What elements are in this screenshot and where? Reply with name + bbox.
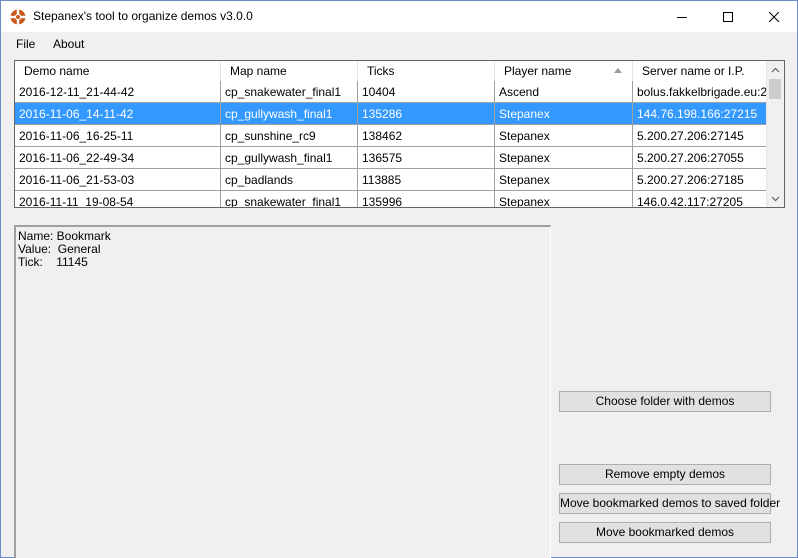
scroll-thumb[interactable] xyxy=(769,79,781,99)
table-header: Demo name Map name Ticks Player name Ser… xyxy=(15,61,768,82)
cell-map-name[interactable]: cp_snakewater_final1 xyxy=(221,191,358,207)
demo-table[interactable]: Demo name Map name Ticks Player name Ser… xyxy=(14,60,785,208)
move-bookmarked-demos-button[interactable]: Move bookmarked demos xyxy=(559,522,771,543)
cell-map-name[interactable]: cp_gullywash_final1 xyxy=(221,147,358,169)
cell-server[interactable]: 5.200.27.206:27185 xyxy=(633,169,768,191)
maximize-button[interactable] xyxy=(705,1,751,32)
bookmark-info-box[interactable]: Name: Bookmark Value: General Tick: 1114… xyxy=(14,225,551,558)
cell-server[interactable]: 5.200.27.206:27055 xyxy=(633,147,768,169)
sort-ascending-icon xyxy=(614,68,622,73)
close-icon xyxy=(769,11,779,22)
maximize-icon xyxy=(723,11,733,22)
column-header-player-name-label: Player name xyxy=(504,64,572,78)
cell-ticks[interactable]: 135286 xyxy=(358,103,495,125)
scroll-down-button[interactable] xyxy=(767,190,784,207)
chevron-down-icon xyxy=(771,196,780,201)
minimize-icon xyxy=(677,16,687,18)
table-scrollbar[interactable] xyxy=(766,61,784,207)
table-row[interactable]: 2016-11-11_19-08-54 cp_snakewater_final1 1… xyxy=(15,191,768,207)
app-window: Stepanex's tool to organize demos v3.0.0… xyxy=(0,0,798,558)
cell-ticks[interactable]: 113885 xyxy=(358,169,495,191)
cell-map-name[interactable]: cp_badlands xyxy=(221,169,358,191)
cell-player-name[interactable]: Stepanex xyxy=(495,103,633,125)
chevron-up-icon xyxy=(771,67,780,72)
cell-demo-name[interactable]: 2016-11-06_21-53-03 xyxy=(15,169,221,191)
menu-about[interactable]: About xyxy=(53,37,84,51)
cell-map-name[interactable]: cp_sunshine_rc9 xyxy=(221,125,358,147)
window-title: Stepanex's tool to organize demos v3.0.0 xyxy=(33,9,253,23)
move-bookmarked-to-saved-button[interactable]: Move bookmarked demos to saved folder xyxy=(559,493,780,514)
info-tick-line: Tick: 11145 xyxy=(18,255,88,269)
scroll-up-button[interactable] xyxy=(767,61,784,78)
cell-player-name[interactable]: Stepanex xyxy=(495,125,633,147)
cell-demo-name[interactable]: 2016-11-06_16-25-11 xyxy=(15,125,221,147)
cell-player-name[interactable]: Stepanex xyxy=(495,147,633,169)
cell-server[interactable]: bolus.fakkelbrigade.eu:2... xyxy=(633,81,768,103)
table-row[interactable]: 2016-11-06_16-25-11 cp_sunshine_rc9 138462… xyxy=(15,125,768,147)
remove-empty-demos-button[interactable]: Remove empty demos xyxy=(559,464,771,485)
cell-server[interactable]: 144.76.198.166:27215 xyxy=(633,103,768,125)
app-logo-icon xyxy=(10,9,26,25)
cell-server[interactable]: 5.200.27.206:27145 xyxy=(633,125,768,147)
choose-folder-button[interactable]: Choose folder with demos xyxy=(559,391,771,412)
column-header-server[interactable]: Server name or I.P. xyxy=(633,61,768,81)
column-header-ticks[interactable]: Ticks xyxy=(358,61,495,81)
cell-ticks[interactable]: 135996 xyxy=(358,191,495,207)
cell-demo-name[interactable]: 2016-11-06_14-11-42 xyxy=(15,103,221,125)
menu-bar: File About xyxy=(1,32,797,54)
cell-ticks[interactable]: 136575 xyxy=(358,147,495,169)
cell-player-name[interactable]: Stepanex xyxy=(495,169,633,191)
cell-player-name[interactable]: Stepanex xyxy=(495,191,633,207)
column-header-player-name[interactable]: Player name xyxy=(495,61,633,81)
table-row[interactable]: 2016-11-06_21-53-03 cp_badlands 113885 Step… xyxy=(15,169,768,191)
cell-ticks[interactable]: 10404 xyxy=(358,81,495,103)
table-row-selected[interactable]: 2016-11-06_14-11-42 cp_gullywash_final1 13… xyxy=(15,103,768,125)
menu-file[interactable]: File xyxy=(16,37,35,51)
table-row[interactable]: 2016-12-11_21-44-42 cp_snakewater_final1 1… xyxy=(15,81,768,103)
column-header-demo-name[interactable]: Demo name xyxy=(15,61,221,81)
table-row[interactable]: 2016-11-06_22-49-34 cp_gullywash_final1 13… xyxy=(15,147,768,169)
cell-player-name[interactable]: Ascend xyxy=(495,81,633,103)
cell-map-name[interactable]: cp_gullywash_final1 xyxy=(221,103,358,125)
close-button[interactable] xyxy=(751,1,797,32)
title-bar[interactable]: Stepanex's tool to organize demos v3.0.0 xyxy=(1,1,797,32)
cell-map-name[interactable]: cp_snakewater_final1 xyxy=(221,81,358,103)
cell-server[interactable]: 146.0.42.117:27205 xyxy=(633,191,768,207)
cell-demo-name[interactable]: 2016-11-11_19-08-54 xyxy=(15,191,221,207)
cell-demo-name[interactable]: 2016-11-06_22-49-34 xyxy=(15,147,221,169)
cell-demo-name[interactable]: 2016-12-11_21-44-42 xyxy=(15,81,221,103)
column-header-map-name[interactable]: Map name xyxy=(221,61,358,81)
minimize-button[interactable] xyxy=(659,1,705,32)
cell-ticks[interactable]: 138462 xyxy=(358,125,495,147)
